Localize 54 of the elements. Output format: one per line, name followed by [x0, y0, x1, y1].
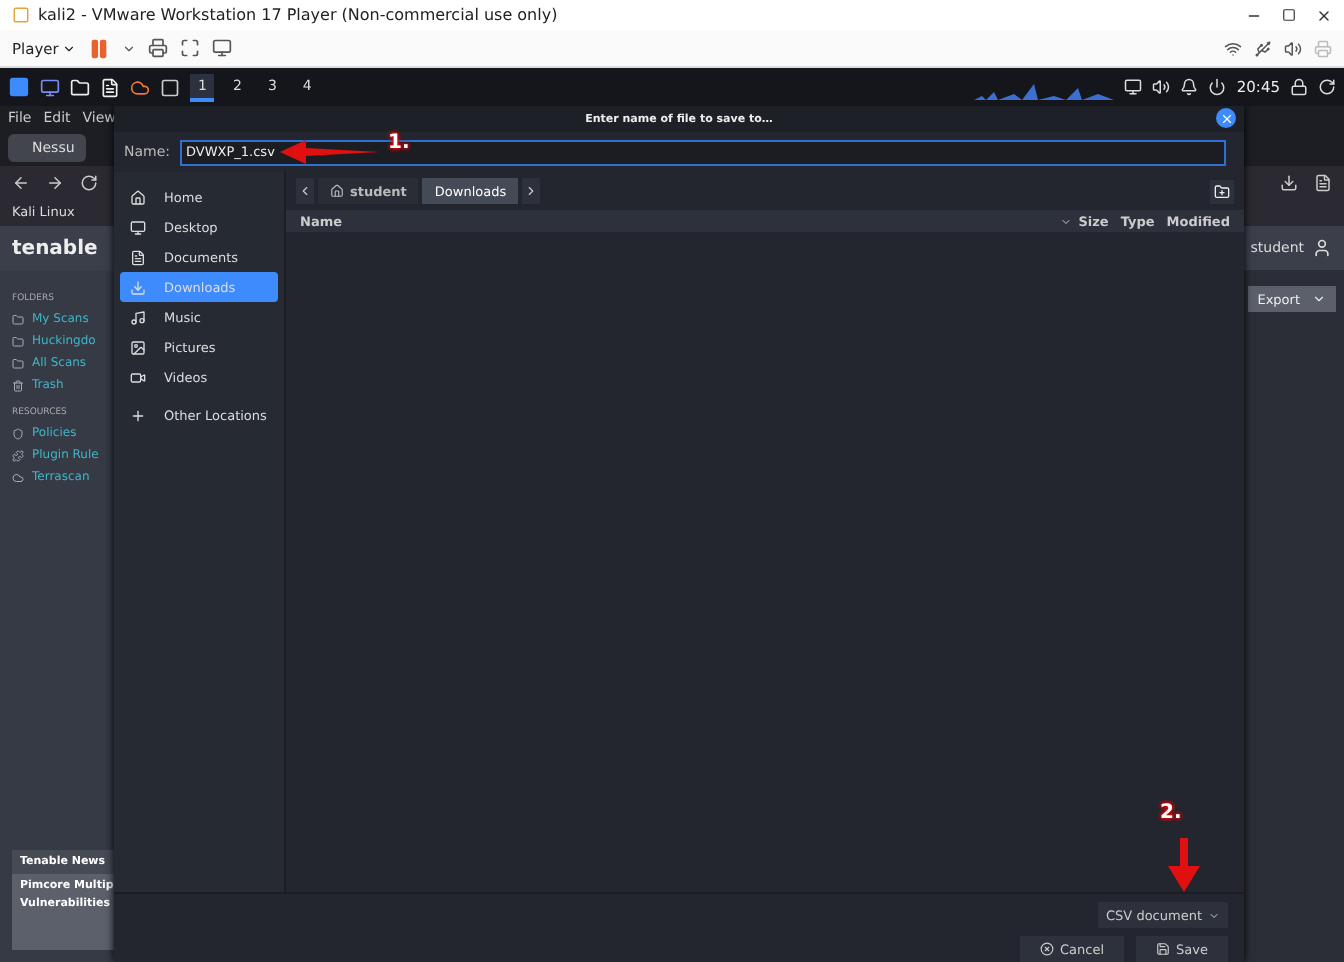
display-icon[interactable]	[1124, 78, 1143, 96]
sound-icon[interactable]	[1284, 39, 1302, 57]
files-icon[interactable]	[70, 77, 90, 97]
caret-icon	[1208, 909, 1220, 921]
user-icon[interactable]	[1312, 238, 1332, 258]
fullscreen-icon[interactable]	[180, 38, 201, 58]
documents-icon	[130, 249, 146, 265]
folder-plus-icon	[1214, 183, 1230, 199]
resource-icon	[12, 449, 24, 461]
desktop-icon	[130, 219, 146, 235]
resource-icon	[12, 427, 24, 439]
reload-icon[interactable]	[80, 173, 98, 191]
forward-icon[interactable]	[46, 173, 64, 191]
home-icon	[130, 189, 146, 205]
folder-icon	[12, 379, 24, 391]
downloads-icon	[130, 279, 146, 295]
sort-caret-icon[interactable]	[1060, 215, 1073, 227]
power-icon[interactable]	[1208, 78, 1227, 96]
lock-icon[interactable]	[1290, 78, 1308, 96]
caret-icon[interactable]	[122, 41, 137, 55]
path-back-button[interactable]	[296, 178, 314, 204]
download-icon[interactable]	[1280, 173, 1298, 191]
volume-icon[interactable]	[1152, 78, 1171, 96]
path-forward-button[interactable]	[522, 178, 541, 204]
new-folder-button[interactable]	[1210, 179, 1234, 203]
home-icon	[330, 184, 344, 198]
folder-icon	[12, 357, 24, 369]
maximize-icon[interactable]	[1282, 7, 1296, 21]
chevron-left-icon	[298, 184, 312, 198]
save-icon	[1156, 942, 1171, 956]
back-icon[interactable]	[12, 173, 30, 191]
folder-icon	[12, 313, 24, 325]
cancel-icon	[1040, 942, 1054, 956]
usb-icon[interactable]	[1254, 39, 1272, 57]
other-icon	[130, 407, 146, 423]
close-button[interactable]	[1216, 108, 1236, 128]
close-icon[interactable]	[1316, 7, 1332, 23]
close-icon	[1219, 111, 1233, 125]
desktop-icon[interactable]	[40, 77, 60, 97]
window-title: kali2 - VMware Workstation 17 Player (Non-commercial use only)	[38, 6, 560, 24]
caret-icon	[1312, 292, 1326, 306]
network-icon[interactable]	[1224, 39, 1242, 57]
videos-icon	[130, 369, 146, 385]
step-label: 2.	[1160, 802, 1182, 824]
chevron-right-icon	[524, 184, 539, 198]
folder-icon	[12, 335, 24, 347]
pictures-icon	[130, 339, 146, 355]
notification-icon[interactable]	[1180, 78, 1199, 96]
tenable-logo: tenable	[12, 237, 98, 259]
pause-icon[interactable]	[88, 37, 111, 59]
resource-icon	[12, 471, 24, 483]
annotation-arrow	[1166, 838, 1202, 894]
music-icon	[130, 309, 146, 325]
caret-icon	[62, 41, 77, 55]
